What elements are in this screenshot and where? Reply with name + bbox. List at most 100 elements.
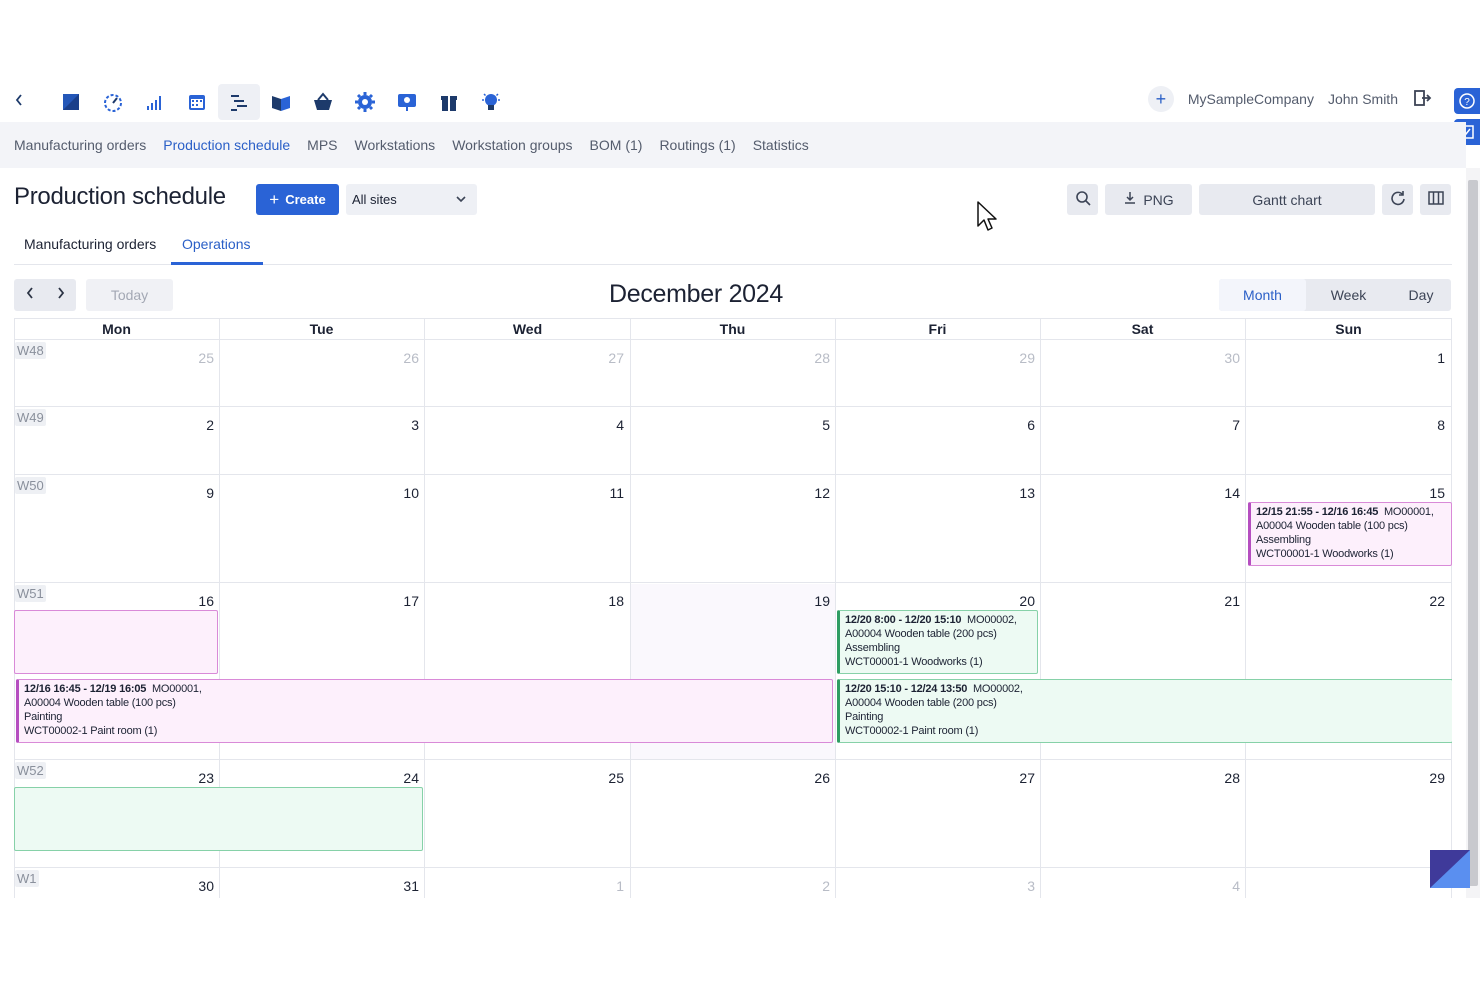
day-number[interactable]: 10 xyxy=(219,485,419,501)
view-month-button[interactable]: Month xyxy=(1219,279,1306,311)
day-number[interactable]: 12 xyxy=(630,485,830,501)
day-number[interactable]: 28 xyxy=(630,350,830,366)
day-number[interactable]: 28 xyxy=(1040,770,1240,786)
site-select[interactable]: All sites xyxy=(346,184,477,215)
weekday-thu: Thu xyxy=(719,321,746,337)
day-number[interactable]: 20 xyxy=(835,593,1035,609)
user-name[interactable]: John Smith xyxy=(1328,91,1398,107)
png-export-button[interactable]: PNG xyxy=(1105,184,1192,215)
day-number[interactable]: 1 xyxy=(1245,350,1445,366)
day-number[interactable]: 21 xyxy=(1040,593,1240,609)
day-number[interactable]: 25 xyxy=(424,770,624,786)
event-mo: MO00002, xyxy=(967,614,1017,626)
event-workstation: WCT00002-1 Paint room (1) xyxy=(24,725,158,737)
previous-month-button[interactable] xyxy=(14,279,45,311)
back-arrow-icon[interactable] xyxy=(14,92,30,110)
event-mo00001-assembling-continued[interactable] xyxy=(14,610,218,674)
event-mo00002-painting[interactable]: 12/20 15:10 - 12/24 13:50 MO00002, A0000… xyxy=(837,679,1452,743)
tab-operations[interactable]: Operations xyxy=(182,236,250,252)
view-day-button[interactable]: Day xyxy=(1391,279,1451,311)
create-button[interactable]: + Create xyxy=(256,184,339,215)
page-scrollbar[interactable] xyxy=(1466,168,1480,898)
day-number[interactable]: 30 xyxy=(1040,350,1240,366)
gift-icon[interactable] xyxy=(428,84,470,120)
dashboard-icon[interactable] xyxy=(92,84,134,120)
lightbulb-icon[interactable] xyxy=(470,84,512,120)
stats-icon[interactable] xyxy=(134,84,176,120)
tab-manufacturing-orders[interactable]: Manufacturing orders xyxy=(24,236,156,252)
day-number[interactable]: 24 xyxy=(219,770,419,786)
quick-add-button[interactable]: + xyxy=(1147,86,1174,112)
svg-text:?: ? xyxy=(1464,97,1470,108)
day-number[interactable]: 19 xyxy=(630,593,830,609)
day-number[interactable]: 29 xyxy=(835,350,1035,366)
day-number[interactable]: 26 xyxy=(219,350,419,366)
day-number[interactable]: 5 xyxy=(630,417,830,433)
brand-logo-icon[interactable] xyxy=(50,84,92,120)
day-number[interactable]: 29 xyxy=(1245,770,1445,786)
event-mo: MO00001, xyxy=(1383,506,1434,518)
day-number[interactable]: 3 xyxy=(219,417,419,433)
day-number[interactable]: 16 xyxy=(14,593,214,609)
subnav-statistics[interactable]: Statistics xyxy=(753,137,809,153)
day-number[interactable]: 4 xyxy=(1040,878,1240,894)
event-operation: Painting xyxy=(845,711,884,723)
active-tab-indicator xyxy=(171,262,263,265)
day-number[interactable]: 27 xyxy=(424,350,624,366)
subnav-production-schedule[interactable]: Production schedule xyxy=(163,137,290,153)
event-mo00001-painting[interactable]: 12/16 16:45 - 12/19 16:05 MO00001, A0000… xyxy=(16,679,833,743)
day-number[interactable]: 2 xyxy=(14,417,214,433)
production-icon[interactable] xyxy=(218,84,260,120)
day-number[interactable]: 7 xyxy=(1040,417,1240,433)
subnav-bom[interactable]: BOM (1) xyxy=(590,137,643,153)
next-month-button[interactable] xyxy=(45,279,76,311)
gear-icon[interactable] xyxy=(344,84,386,120)
day-number[interactable]: 9 xyxy=(14,485,214,501)
scrollbar-thumb[interactable] xyxy=(1468,180,1478,886)
day-number[interactable]: 27 xyxy=(835,770,1035,786)
subnav-mps[interactable]: MPS xyxy=(307,137,337,153)
day-number[interactable]: 8 xyxy=(1245,417,1445,433)
day-number[interactable]: 22 xyxy=(1245,593,1445,609)
help-icon[interactable]: ? xyxy=(1454,88,1480,114)
day-number[interactable]: 1 xyxy=(424,878,624,894)
today-button[interactable]: Today xyxy=(86,279,173,311)
day-number[interactable]: 14 xyxy=(1040,485,1240,501)
calendar-icon[interactable] xyxy=(176,84,218,120)
book-icon[interactable] xyxy=(260,84,302,120)
event-mo00001-assembling[interactable]: 12/15 21:55 - 12/16 16:45 MO00001, A0000… xyxy=(1248,502,1452,566)
subnav-workstations[interactable]: Workstations xyxy=(355,137,436,153)
presentation-icon[interactable] xyxy=(386,84,428,120)
day-number[interactable]: 23 xyxy=(14,770,214,786)
subnav-manufacturing-orders[interactable]: Manufacturing orders xyxy=(14,137,146,153)
company-name[interactable]: MySampleCompany xyxy=(1188,91,1314,107)
subnav-workstation-groups[interactable]: Workstation groups xyxy=(452,137,572,153)
day-number[interactable]: 4 xyxy=(424,417,624,433)
top-app-bar: + MySampleCompany John Smith xyxy=(0,80,1452,122)
day-number[interactable]: 30 xyxy=(14,878,214,894)
refresh-button[interactable] xyxy=(1382,184,1413,215)
search-button[interactable] xyxy=(1067,184,1098,215)
day-number[interactable]: 17 xyxy=(219,593,419,609)
basket-icon[interactable] xyxy=(302,84,344,120)
day-number[interactable]: 2 xyxy=(630,878,830,894)
event-product: A00004 Wooden table (100 pcs) xyxy=(1256,520,1408,532)
view-week-button[interactable]: Week xyxy=(1306,279,1391,311)
day-number[interactable]: 3 xyxy=(835,878,1035,894)
day-number[interactable]: 6 xyxy=(835,417,1035,433)
day-number[interactable]: 26 xyxy=(630,770,830,786)
day-number[interactable]: 13 xyxy=(835,485,1035,501)
day-number[interactable]: 11 xyxy=(424,485,624,501)
chat-widget-logo-icon[interactable] xyxy=(1430,850,1470,888)
day-number[interactable]: 25 xyxy=(14,350,214,366)
day-number[interactable]: 31 xyxy=(219,878,419,894)
day-number[interactable]: 15 xyxy=(1245,485,1445,501)
subnav-routings[interactable]: Routings (1) xyxy=(659,137,735,153)
gantt-chart-button[interactable]: Gantt chart xyxy=(1199,184,1375,215)
day-number[interactable]: 18 xyxy=(424,593,624,609)
logout-icon[interactable] xyxy=(1412,88,1432,111)
event-time: 12/15 21:55 - 12/16 16:45 xyxy=(1256,506,1379,518)
event-mo00002-assembling[interactable]: 12/20 8:00 - 12/20 15:10 MO00002, A00004… xyxy=(837,610,1038,674)
columns-button[interactable] xyxy=(1420,184,1451,215)
event-mo00002-painting-continued[interactable] xyxy=(14,787,423,851)
